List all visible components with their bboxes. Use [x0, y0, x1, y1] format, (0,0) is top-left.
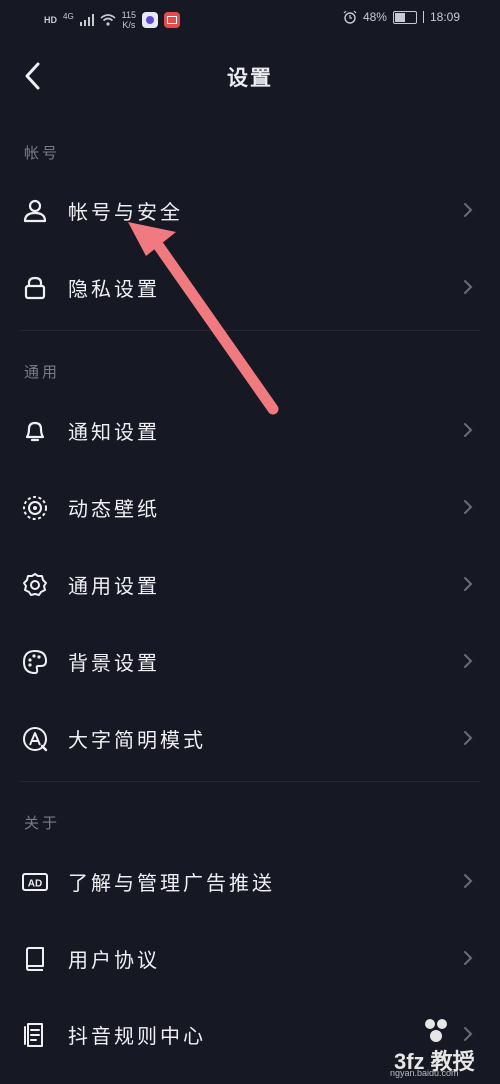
settings-item-label: 背景设置 — [68, 651, 160, 675]
speed-unit: K/s — [122, 20, 136, 30]
clock: 18:09 — [429, 10, 460, 24]
status-divider — [422, 11, 424, 23]
nav-bar: 设置 — [0, 48, 500, 104]
chevron-right-icon — [464, 951, 473, 965]
annotation-arrow — [128, 222, 279, 415]
wifi-icon — [100, 14, 116, 26]
palette-icon — [23, 650, 47, 674]
bell-icon — [25, 421, 45, 442]
font-a-icon — [23, 727, 48, 752]
settings-item-label: 用户协议 — [68, 948, 160, 972]
book-icon — [26, 947, 44, 971]
chevron-right-icon — [464, 874, 473, 888]
app-notification-icon-2 — [164, 12, 181, 28]
hd-indicator: HD — [44, 15, 57, 25]
settings-item-ad-preferences[interactable]: AD 了解与管理广告推送 — [0, 851, 500, 911]
app-notification-icon — [142, 12, 159, 28]
settings-item-label: 隐私设置 — [68, 277, 160, 301]
section-header-general: 通用 — [24, 363, 61, 381]
chevron-right-icon — [464, 731, 473, 745]
chevron-right-icon — [464, 423, 473, 437]
speed-value: 115 — [121, 10, 137, 20]
settings-item-general[interactable]: 通用设置 — [0, 554, 500, 614]
battery-percent: 48% — [362, 10, 387, 24]
settings-item-label: 帐号与安全 — [68, 200, 183, 224]
alarm-icon — [343, 10, 357, 24]
chevron-right-icon — [464, 654, 473, 668]
section-header-account: 帐号 — [24, 144, 61, 162]
svg-text:AD: AD — [28, 879, 42, 890]
network-speed: 115 K/s — [122, 10, 136, 30]
ad-icon: AD — [22, 873, 48, 891]
settings-item-label: 了解与管理广告推送 — [68, 871, 275, 895]
settings-item-account-security[interactable]: 帐号与安全 — [0, 180, 500, 240]
settings-item-label: 动态壁纸 — [68, 497, 160, 521]
status-bar: HD 4G 115 K/s 48% 18:09 — [0, 0, 500, 38]
page-title: 设置 — [227, 66, 273, 90]
settings-item-user-agreement[interactable]: 用户协议 — [0, 928, 500, 988]
gear-icon — [23, 573, 47, 596]
settings-item-label: 大字简明模式 — [68, 728, 206, 752]
section-header-about: 关于 — [24, 814, 61, 832]
chevron-right-icon — [464, 280, 473, 294]
concentric-circle-icon — [23, 496, 47, 520]
watermark-logo: 3fz 教授 ngyan.baidu.com — [386, 1010, 500, 1084]
battery-icon — [392, 10, 417, 24]
document-icon — [24, 1023, 43, 1047]
settings-item-label: 通知设置 — [68, 420, 160, 444]
settings-item-live-wallpaper[interactable]: 动态壁纸 — [0, 477, 500, 537]
lock-icon — [24, 276, 46, 300]
network-type: 4G — [63, 11, 74, 21]
settings-item-notifications[interactable]: 通知设置 — [0, 400, 500, 460]
settings-item-large-font-mode[interactable]: 大字简明模式 — [0, 708, 500, 768]
settings-item-background[interactable]: 背景设置 — [0, 631, 500, 691]
user-icon — [23, 199, 47, 223]
settings-item-label: 抖音规则中心 — [68, 1024, 206, 1048]
settings-item-label: 通用设置 — [68, 574, 160, 598]
section-divider — [20, 781, 480, 782]
signal-icon — [79, 14, 94, 26]
section-divider — [20, 330, 480, 331]
watermark-badge-icon — [425, 1019, 447, 1042]
chevron-right-icon — [464, 203, 473, 217]
chevron-right-icon — [464, 577, 473, 591]
settings-item-privacy[interactable]: 隐私设置 — [0, 257, 500, 317]
chevron-right-icon — [464, 500, 473, 514]
watermark-url: ngyan.baidu.com — [390, 1068, 459, 1078]
